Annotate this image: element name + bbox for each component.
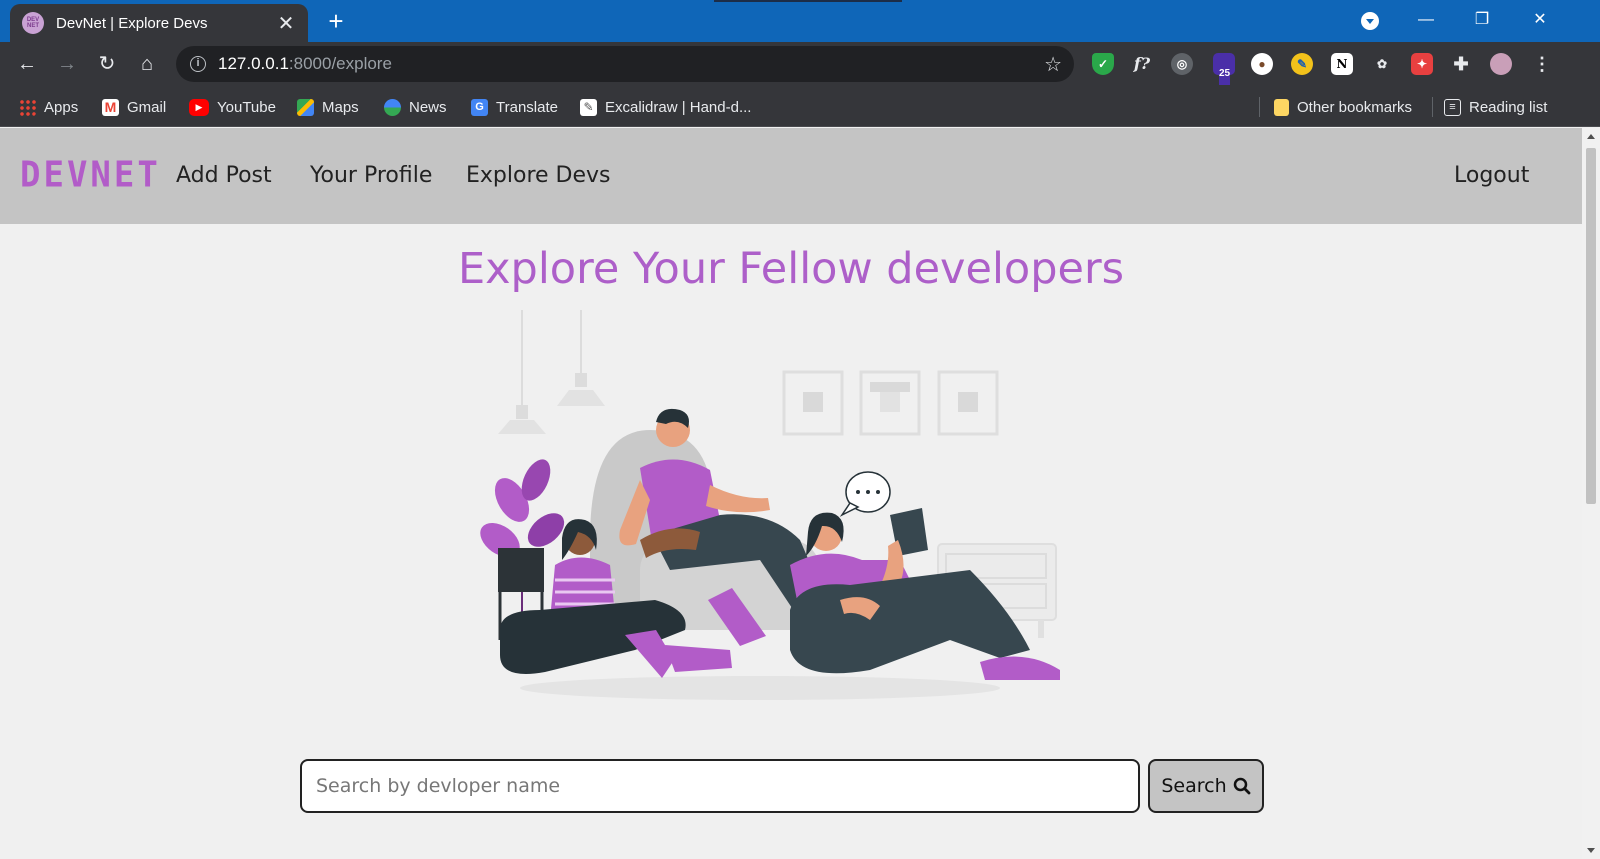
todo-extension-icon[interactable]: ✦ [1411,53,1433,75]
browser-tab-active[interactable]: DEV NET DevNet | Explore Devs ✕ [10,4,308,42]
calendar-extension-icon[interactable]: 25 [1213,53,1235,85]
glasses-extension-icon[interactable]: ◎ [1171,53,1193,75]
gmail-icon: M [102,98,119,116]
address-bar[interactable]: i 127.0.0.1:8000/explore ☆ [176,46,1074,82]
search-button[interactable]: Search [1148,759,1264,813]
notion-extension-icon[interactable]: N [1331,53,1353,75]
minimize-button[interactable]: — [1406,6,1446,34]
bookmark-youtube[interactable]: ▶ YouTube [189,96,276,118]
shield-extension-icon[interactable]: ✓ [1092,53,1114,75]
excalidraw-icon: ✎ [580,98,597,116]
page-scrollbar[interactable] [1582,128,1600,859]
tab-close-icon[interactable]: ✕ [276,11,296,36]
bookmarks-separator [1259,97,1260,117]
page-title: Explore Your Fellow developers [457,244,1125,294]
cookie-extension-icon[interactable]: ● [1251,53,1273,75]
nav-your-profile[interactable]: Your Profile [310,163,432,188]
bookmark-star-icon[interactable]: ☆ [1044,52,1062,77]
bookmark-translate[interactable]: G Translate [471,96,558,118]
browser-toolbar: ← → ↻ ⌂ i 127.0.0.1:8000/explore ☆ ✓ f? … [0,42,1600,87]
dictionary-extension-icon[interactable]: ✎ [1291,53,1313,75]
page-viewport: DEVNET Add Post Your Profile Explore Dev… [0,128,1582,859]
bookmarks-separator [1432,97,1433,117]
tab-search-icon[interactable] [1361,12,1379,30]
bookmark-excalidraw[interactable]: ✎ Excalidraw | Hand-d... [580,96,751,118]
site-navbar: DEVNET Add Post Your Profile Explore Dev… [0,128,1582,224]
back-arrow-icon[interactable]: ← [13,50,41,78]
nav-explore-devs[interactable]: Explore Devs [466,163,611,188]
site-info-icon[interactable]: i [190,56,206,72]
maps-icon [297,98,314,116]
browser-tab-bar: DEV NET DevNet | Explore Devs ✕ + — ❐ ✕ [0,0,1600,42]
bookmarks-bar: Apps M Gmail ▶ YouTube Maps News G Trans… [0,87,1600,127]
tab-strip-indicator [714,0,902,2]
palette-extension-icon[interactable]: ✿ [1371,53,1393,75]
scroll-up-arrow-icon[interactable] [1587,134,1595,139]
search-input[interactable] [300,759,1140,813]
developers-illustration [480,310,1060,700]
nav-logout[interactable]: Logout [1454,163,1529,188]
font-extension-icon[interactable]: f? [1131,53,1153,75]
scroll-down-arrow-icon[interactable] [1587,848,1595,853]
bookmark-apps[interactable]: Apps [19,96,78,118]
reading-list-button[interactable]: ≡ Reading list [1444,96,1547,118]
search-button-label: Search [1161,775,1227,797]
devnet-favicon-icon: DEV NET [22,12,44,34]
search-icon [1233,777,1251,795]
close-window-button[interactable]: ✕ [1520,6,1560,34]
extensions-puzzle-icon[interactable]: ✚ [1450,53,1472,75]
translate-icon: G [471,98,488,116]
nav-add-post[interactable]: Add Post [176,163,272,188]
youtube-icon: ▶ [189,98,209,116]
restore-button[interactable]: ❐ [1462,6,1502,34]
scrollbar-thumb[interactable] [1586,148,1596,504]
bookmark-news[interactable]: News [384,96,447,118]
forward-arrow-icon[interactable]: → [53,50,81,78]
news-icon [384,98,401,116]
url-text: 127.0.0.1:8000/explore [218,54,392,73]
tab-title: DevNet | Explore Devs [56,14,208,32]
bookmark-maps[interactable]: Maps [297,96,359,118]
chrome-menu-icon[interactable]: ⋮ [1531,53,1553,75]
folder-icon [1274,98,1289,116]
devnet-logo[interactable]: DEVNET [20,154,161,196]
new-tab-button[interactable]: + [322,7,350,35]
reading-list-icon: ≡ [1444,98,1461,116]
home-icon[interactable]: ⌂ [133,50,161,78]
bookmark-gmail[interactable]: M Gmail [102,96,166,118]
bookmark-other-folder[interactable]: Other bookmarks [1274,96,1412,118]
apps-grid-icon [19,98,36,116]
profile-avatar[interactable] [1490,53,1512,75]
reload-icon[interactable]: ↻ [93,50,121,78]
